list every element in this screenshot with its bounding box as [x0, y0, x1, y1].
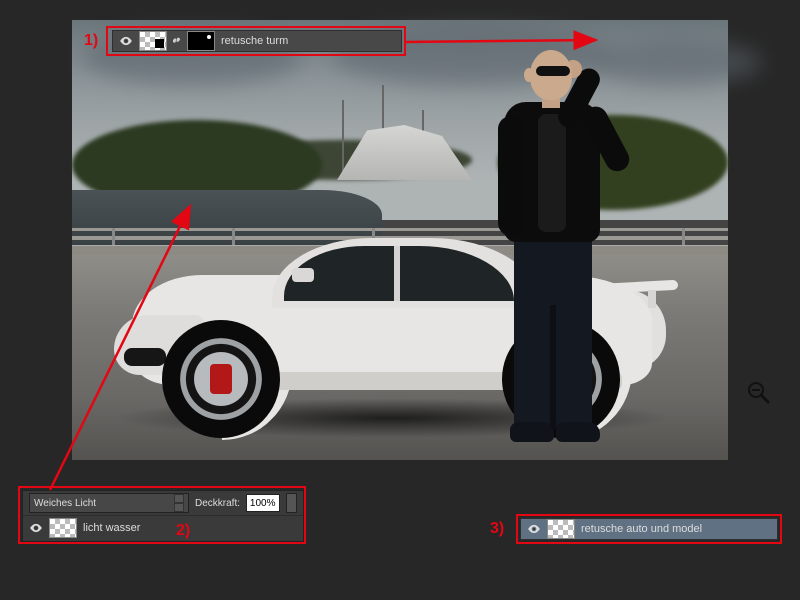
annotation-box-2 — [18, 486, 306, 544]
annotation-number-3: 3) — [490, 520, 504, 538]
annotation-box-3 — [516, 514, 782, 544]
zoom-out-icon[interactable] — [746, 380, 770, 404]
canvas-preview — [72, 20, 728, 460]
annotation-number-2: 2) — [176, 522, 190, 540]
annotation-box-1 — [106, 26, 406, 56]
subject-person — [480, 50, 610, 450]
annotation-number-1: 1) — [84, 32, 98, 50]
